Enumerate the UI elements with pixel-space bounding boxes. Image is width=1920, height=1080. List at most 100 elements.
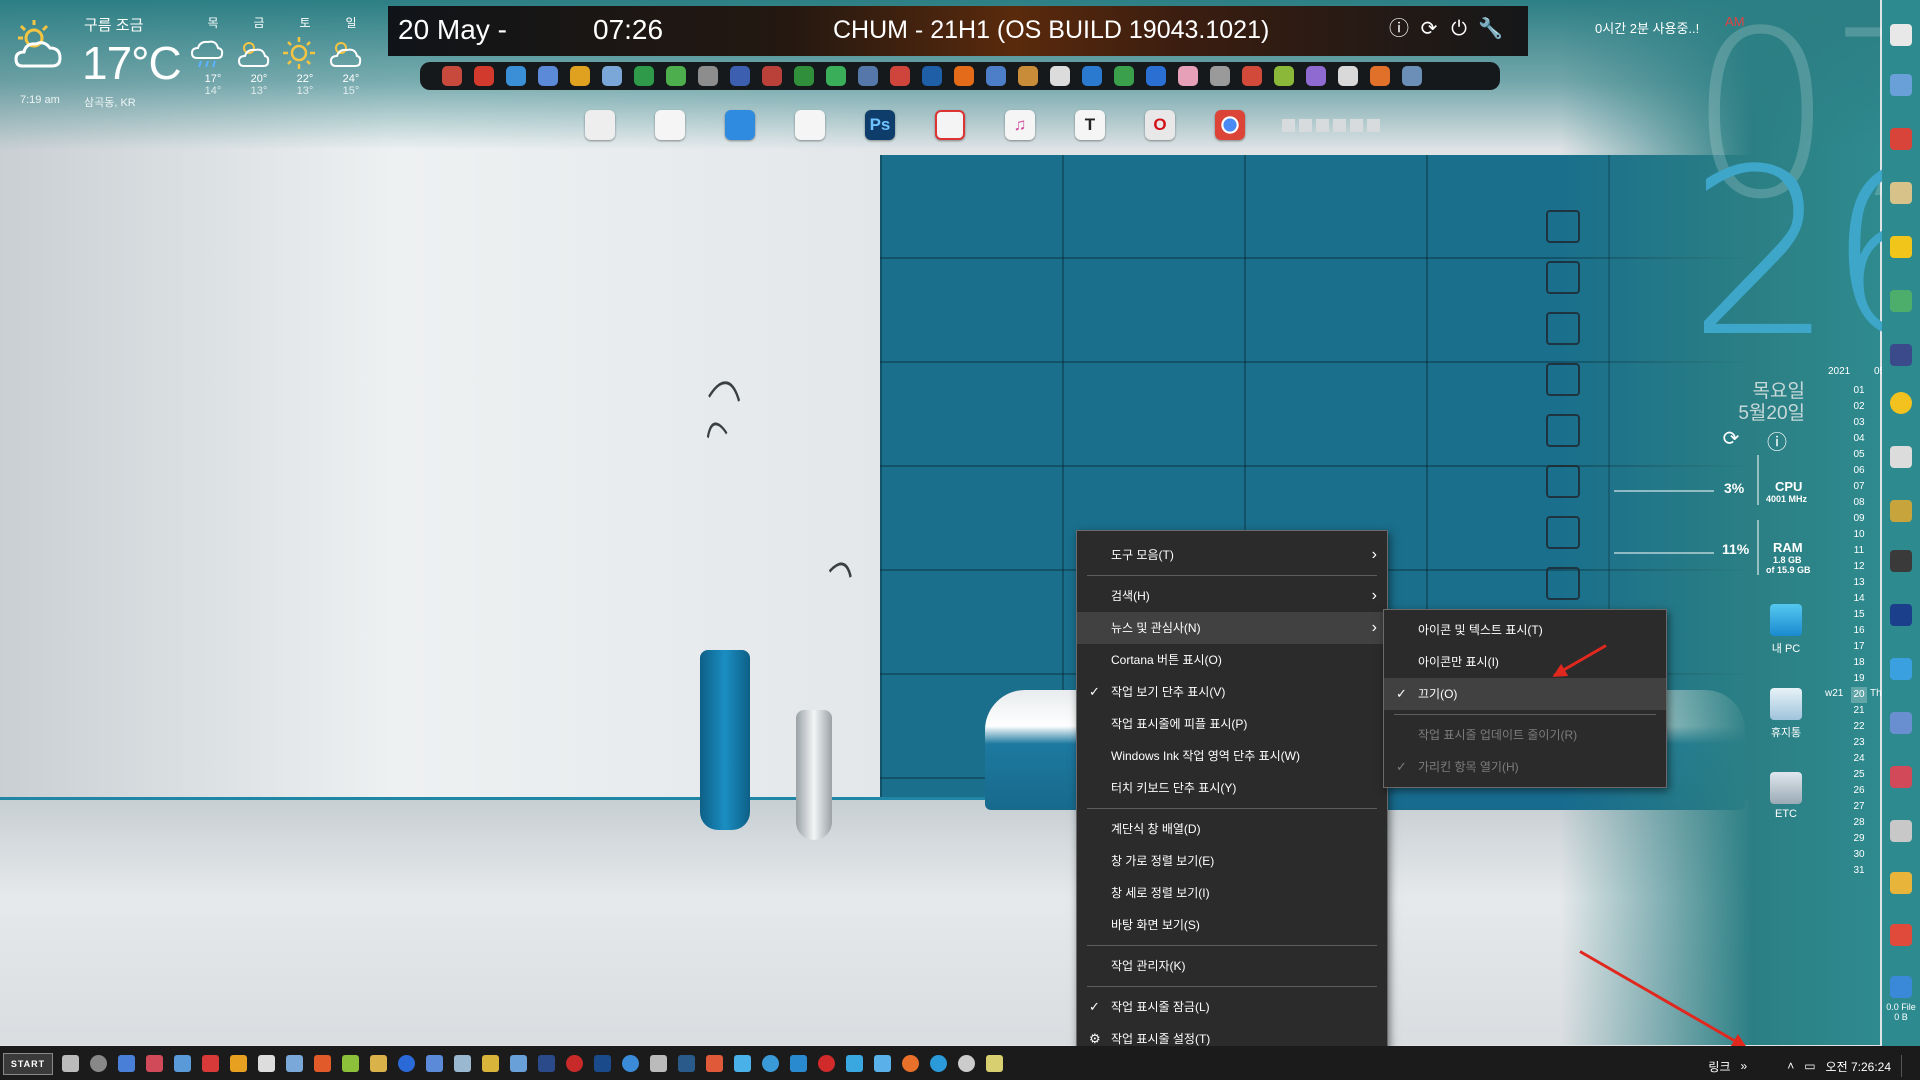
app-icon[interactable] [1890,182,1912,204]
menu-item-windows-ink[interactable]: Windows Ink 작업 영역 단추 표시(W) [1077,740,1387,772]
app-icon[interactable] [510,1055,527,1072]
app-icon[interactable] [1402,66,1422,86]
app-icon[interactable] [734,1055,751,1072]
app-icon[interactable] [342,1055,359,1072]
app-icon[interactable] [1890,924,1912,946]
info-icon[interactable]: ⓘ [1766,426,1788,454]
page-dot[interactable] [1333,119,1346,132]
opera-icon[interactable]: O [1145,110,1175,140]
app-icon[interactable] [730,66,750,86]
chrome-icon[interactable] [1215,110,1245,140]
app-icon[interactable] [1890,236,1912,258]
app-icon[interactable] [1890,74,1912,96]
user-icon[interactable] [1546,465,1580,498]
submenu-item-icon-and-text[interactable]: 아이콘 및 텍스트 표시(T) [1384,614,1666,646]
task-view-icon[interactable] [62,1055,79,1072]
app-icon[interactable] [922,66,942,86]
menu-item-show-desktop[interactable]: 바탕 화면 보기(S) [1077,909,1387,941]
app-icon[interactable] [706,1055,723,1072]
app-icon[interactable] [986,66,1006,86]
app-icon[interactable] [762,66,782,86]
app-icon[interactable] [790,1055,807,1072]
notepad-icon[interactable] [1546,363,1580,396]
app-icon[interactable] [874,1055,891,1072]
app-icon[interactable] [1890,290,1912,312]
menu-item-people[interactable]: 작업 표시줄에 피플 표시(P) [1077,708,1387,740]
taskbar-clock[interactable]: 오전 7:26:24 [1826,1058,1891,1075]
gear-icon[interactable] [1890,550,1912,572]
keyboard-icon[interactable] [1546,312,1580,345]
app-icon[interactable] [1890,820,1912,842]
app-icon[interactable] [890,66,910,86]
app-icon[interactable] [594,1055,611,1072]
app-icon[interactable] [666,66,686,86]
app-icon[interactable] [146,1055,163,1072]
app-icon[interactable] [286,1055,303,1072]
app-icon[interactable] [622,1055,639,1072]
page-dot[interactable] [1299,119,1312,132]
app-icon[interactable] [1082,66,1102,86]
menu-item-task-view[interactable]: ✓ 작업 보기 단추 표시(V) [1077,676,1387,708]
app-icon[interactable] [1050,66,1070,86]
submenu-item-icon-only[interactable]: 아이콘만 표시(I) [1384,646,1666,678]
page-dot[interactable] [1367,119,1380,132]
menu-item-task-manager[interactable]: 작업 관리자(K) [1077,950,1387,982]
app-icon[interactable] [1890,766,1912,788]
wrench-icon[interactable]: 🔧 [1478,18,1503,40]
app-icon[interactable] [506,66,526,86]
tv-icon[interactable] [1546,567,1580,600]
app-icon[interactable] [474,66,494,86]
opera-icon[interactable] [818,1055,835,1072]
app-icon[interactable] [1210,66,1230,86]
app-icon[interactable] [655,110,685,140]
desktop-icon-etc[interactable]: ETC [1756,772,1816,820]
desktop-icon-recycle-bin[interactable]: 휴지통 [1756,688,1816,740]
app-icon[interactable] [698,66,718,86]
info-icon[interactable]: ⓘ [1388,18,1410,40]
app-icon[interactable] [426,1055,443,1072]
app-icon[interactable] [1890,976,1912,998]
app-icon[interactable] [986,1055,1003,1072]
photoshop-icon[interactable] [1890,604,1912,626]
app-icon[interactable] [482,1055,499,1072]
app-icon[interactable] [958,1055,975,1072]
app-icon[interactable] [202,1055,219,1072]
menu-item-lock-taskbar[interactable]: ✓ 작업 표시줄 잠금(L) [1077,991,1387,1023]
menu-item-search[interactable]: 검색(H) › [1077,580,1387,612]
app-icon[interactable] [846,1055,863,1072]
app-icon[interactable] [1890,128,1912,150]
app-icon[interactable] [442,66,462,86]
firefox-icon[interactable] [902,1055,919,1072]
terminal-icon[interactable] [1546,210,1580,243]
show-desktop-button[interactable] [1901,1055,1908,1077]
app-icon[interactable] [725,110,755,140]
power-icon[interactable]: ⏻ [1448,18,1470,40]
app-icon[interactable] [370,1055,387,1072]
app-icon[interactable] [1890,344,1912,366]
app-icon[interactable] [1338,66,1358,86]
app-icon[interactable] [678,1055,695,1072]
submenu-item-turn-off[interactable]: ✓ 끄기(O) [1384,678,1666,710]
refresh-icon[interactable]: ⟳ [1418,18,1440,40]
music-icon[interactable]: ♫ [1005,110,1035,140]
app-icon[interactable] [538,66,558,86]
weather-widget[interactable]: 구름 조금 17°C 7:19 am 삼곡동, KR 목 17° 14° 금 2… [12,10,372,110]
app-icon[interactable] [935,110,965,140]
app-icon[interactable] [794,66,814,86]
app-icon[interactable] [566,1055,583,1072]
app-icon[interactable] [1890,500,1912,522]
chevron-double-right-icon[interactable]: » [1741,1059,1748,1073]
app-icon[interactable] [1178,66,1198,86]
apps-grid-icon[interactable] [1546,516,1580,549]
chevron-up-icon[interactable]: ˄ [1787,1059,1794,1073]
app-icon[interactable] [634,66,654,86]
app-icon[interactable] [602,66,622,86]
app-icon[interactable] [762,1055,779,1072]
menu-item-cascade[interactable]: 계단식 창 배열(D) [1077,813,1387,845]
text-editor-icon[interactable]: T [1075,110,1105,140]
app-icon[interactable] [650,1055,667,1072]
app-icon[interactable] [954,66,974,86]
app-icon[interactable] [118,1055,135,1072]
network-icon[interactable]: ▭ [1804,1059,1815,1073]
app-icon[interactable] [826,66,846,86]
